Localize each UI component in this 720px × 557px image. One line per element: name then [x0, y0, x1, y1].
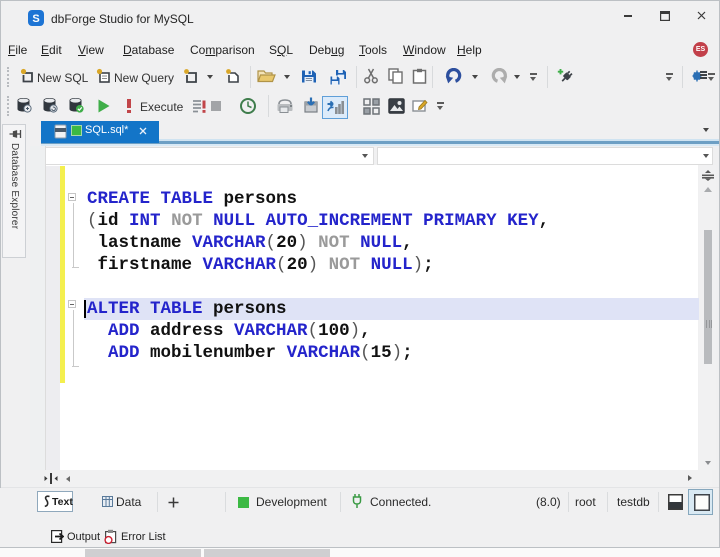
svg-text:S: S: [32, 13, 39, 25]
